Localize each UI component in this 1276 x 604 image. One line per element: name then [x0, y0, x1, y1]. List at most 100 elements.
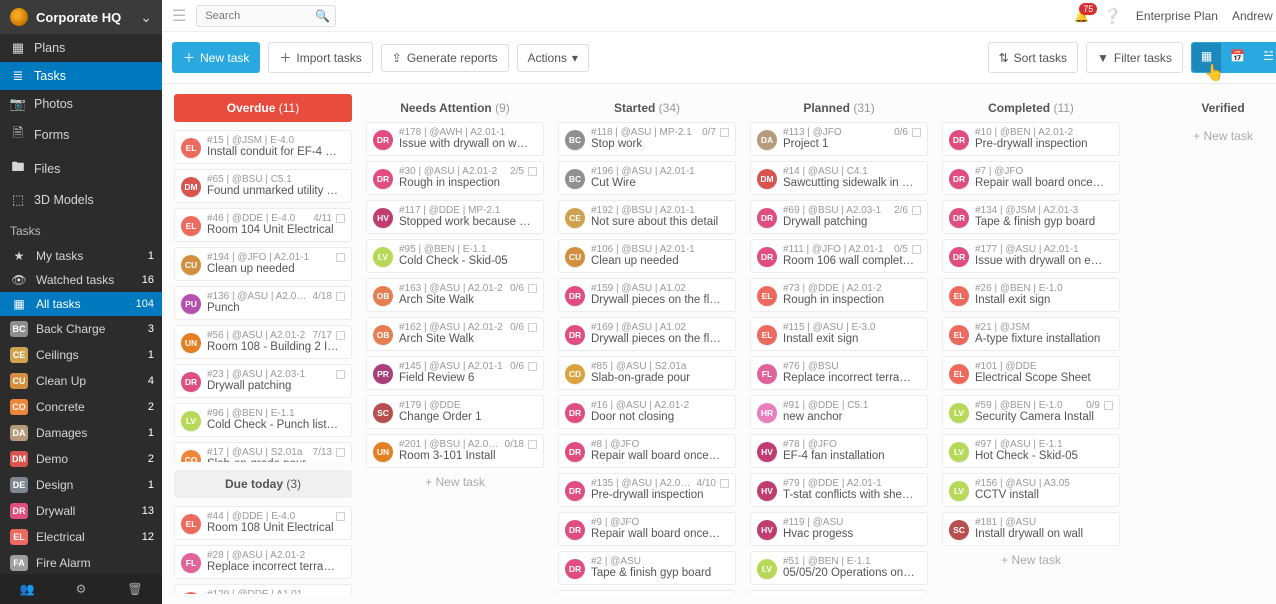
tag-item[interactable]: ★My tasks1	[0, 244, 162, 268]
user-menu[interactable]: Andrew ▾	[1232, 9, 1276, 23]
tag-item[interactable]: 👁Watched tasks16	[0, 268, 162, 292]
view-grid-button[interactable]: ▦	[1192, 43, 1221, 72]
task-card[interactable]: CD#85 | @ASU | S2.01aSlab-on-grade pour	[558, 356, 736, 390]
task-card[interactable]: OB#163 | @ASU | A2.01-20/6Arch Site Walk	[366, 278, 544, 312]
nav-item-plans[interactable]: ▦Plans	[0, 34, 162, 62]
task-card[interactable]: LV#156 | @ASU | A3.05CCTV install	[942, 473, 1120, 507]
task-card[interactable]: DM#14 | @ASU | C4.1Sawcutting sidewalk i…	[750, 161, 928, 195]
task-card[interactable]: OB#162 | @ASU | A2.01-20/6Arch Site Walk	[366, 317, 544, 351]
task-card[interactable]: EL#73 | @DDE | A2.01-2Rough in inspectio…	[750, 278, 928, 312]
task-card[interactable]: HR#91 | @DDE | C5.1new anchor	[750, 395, 928, 429]
settings-button[interactable]: ⚙	[54, 574, 108, 604]
task-card[interactable]: LV#59 | @BEN | E-1.00/9Security Camera I…	[942, 395, 1120, 429]
task-card[interactable]: CE#192 | @BSU | A2.01-1Not sure about th…	[558, 200, 736, 234]
tag-item[interactable]: ELElectrical12	[0, 524, 162, 550]
generate-reports-button[interactable]: ⇪Generate reports	[381, 44, 509, 72]
task-card[interactable]: DR#111 | @JFO | A2.01-10/5Room 106 wall …	[750, 239, 928, 273]
task-card[interactable]: EL#46 | @DDE | E-4.04/11Room 104 Unit El…	[174, 208, 352, 242]
task-card[interactable]: DR#23 | @ASU | A2.03-1Drywall patching	[174, 364, 352, 398]
users-button[interactable]: 👥	[0, 574, 54, 604]
task-card[interactable]: LV#97 | @ASU | E-1.1Hot Check - Skid-05	[942, 434, 1120, 468]
task-card[interactable]: EL#101 | @DDEElectrical Scope Sheet	[942, 356, 1120, 390]
task-card[interactable]: SC#181 | @ASUInstall drywall on wall	[942, 512, 1120, 546]
task-card[interactable]: DR#159 | @ASU | A1.02Drywall pieces on t…	[558, 278, 736, 312]
new-task-link[interactable]: + New task	[1134, 122, 1276, 150]
view-list-button[interactable]: ☱	[1254, 43, 1276, 72]
nav-item-files[interactable]: 🖿Files	[0, 152, 162, 186]
task-card[interactable]: CU#106 | @BSU | A2.01-1Clean up needed	[558, 239, 736, 273]
help-button[interactable]: ❔	[1103, 7, 1122, 25]
nav-item-photos[interactable]: 📷Photos	[0, 90, 162, 118]
tag-item[interactable]: DRDrywall13	[0, 498, 162, 524]
task-card[interactable]: LV#95 | @BEN | E-1.1Cold Check - Skid-05	[366, 239, 544, 273]
tag-item[interactable]: DMDemo2	[0, 446, 162, 472]
task-card[interactable]: EL#44 | @DDE | E-4.0Room 108 Unit Electr…	[174, 506, 352, 540]
task-card[interactable]: DR#69 | @BSU | A2.03-12/6Drywall patchin…	[750, 200, 928, 234]
import-tasks-button[interactable]: ＋Import tasks	[268, 42, 372, 73]
tag-item[interactable]: DEDesign1	[0, 472, 162, 498]
filter-tasks-button[interactable]: ▼Filter tasks	[1086, 42, 1183, 73]
task-card[interactable]: DR#169 | @ASU | A1.02Drywall pieces on t…	[558, 317, 736, 351]
nav-item-forms[interactable]: 🗎Forms	[0, 118, 162, 152]
task-card[interactable]: EL#26 | @BEN | E-1.0Install exit sign	[942, 278, 1120, 312]
task-card[interactable]: HV#117 | @DDE | MP-2.1Stopped work becau…	[366, 200, 544, 234]
task-card[interactable]: DR#19 | @ASU4/17Room 305 sign off	[558, 590, 736, 594]
task-card[interactable]: DR#178 | @AWH | A2.01-1Issue with drywal…	[366, 122, 544, 156]
menu-toggle-icon[interactable]: ☰	[172, 6, 186, 26]
view-calendar-button[interactable]: 📅	[1221, 43, 1254, 72]
actions-dropdown[interactable]: Actions▾	[517, 44, 589, 72]
task-card[interactable]: BC#118 | @ASU | MP-2.10/7Stop work	[558, 122, 736, 156]
new-task-button[interactable]: ＋New task	[172, 42, 260, 73]
tag-item[interactable]: ▦All tasks104	[0, 292, 162, 316]
task-card[interactable]: CU#194 | @JFO | A2.01-1Clean up needed	[174, 247, 352, 281]
task-card[interactable]: DR#177 | @ASU | A2.01-1Issue with drywal…	[942, 239, 1120, 273]
trash-button[interactable]: 🗑	[108, 574, 162, 604]
task-card[interactable]: DR#7 | @JFORepair wall board once t-stat…	[942, 161, 1120, 195]
task-card[interactable]: UN#56 | @ASU | A2.01-27/17Room 108 - Bui…	[174, 325, 352, 359]
tag-item[interactable]: COConcrete2	[0, 394, 162, 420]
search-icon[interactable]: 🔍	[315, 9, 330, 23]
card-meta: #162 | @ASU | A2.01-2	[399, 322, 506, 333]
task-card[interactable]: EL#129 | @DDE | A1.01	[174, 584, 352, 594]
card-meta: #30 | @ASU | A2.01-2	[399, 166, 506, 177]
task-card[interactable]: DR#30 | @ASU | A2.01-22/5Rough in inspec…	[366, 161, 544, 195]
task-card[interactable]: LV#81 | @BEN | E-3.1Card reader installa…	[750, 590, 928, 594]
task-card[interactable]: SC#179 | @DDEChange Order 1	[366, 395, 544, 429]
task-card[interactable]: FL#76 | @BSUReplace incorrect terrazzo	[750, 356, 928, 390]
task-card[interactable]: FL#28 | @ASU | A2.01-2Replace incorrect …	[174, 545, 352, 579]
task-card[interactable]: DR#10 | @BEN | A2.01-2Pre-drywall inspec…	[942, 122, 1120, 156]
task-card[interactable]: BC#196 | @ASU | A2.01-1Cut Wire	[558, 161, 736, 195]
task-card[interactable]: HV#78 | @JFOEF-4 fan installation	[750, 434, 928, 468]
task-card[interactable]: DM#65 | @BSU | C5.1Found unmarked utilit…	[174, 169, 352, 203]
task-card[interactable]: DR#16 | @ASU | A2.01-2Door not closing	[558, 395, 736, 429]
tag-item[interactable]: CECeilings1	[0, 342, 162, 368]
task-card[interactable]: DA#113 | @JFO0/6Project 1	[750, 122, 928, 156]
notifications-button[interactable]: 🔔 75	[1074, 9, 1089, 23]
task-card[interactable]: EL#15 | @JSM | E-4.0Install conduit for …	[174, 130, 352, 164]
sort-tasks-button[interactable]: ⇅Sort tasks	[988, 42, 1078, 73]
task-card[interactable]: LV#51 | @BEN | E-1.105/05/20 Operations …	[750, 551, 928, 585]
task-card[interactable]: LV#96 | @BEN | E-1.1Cold Check - Punch l…	[174, 403, 352, 437]
task-card[interactable]: DR#2 | @ASUTape & finish gyp board	[558, 551, 736, 585]
nav-item-tasks[interactable]: ≣Tasks	[0, 62, 162, 90]
task-card[interactable]: DR#134 | @JSM | A2.01-3Tape & finish gyp…	[942, 200, 1120, 234]
task-card[interactable]: EL#115 | @ASU | E-3.0Install exit sign	[750, 317, 928, 351]
new-task-link[interactable]: + New task	[366, 468, 544, 496]
task-card[interactable]: DR#9 | @JFORepair wall board once t-stat…	[558, 512, 736, 546]
task-card[interactable]: DR#8 | @JFORepair wall board once t-stat…	[558, 434, 736, 468]
workspace-switcher[interactable]: Corporate HQ ⌄	[0, 0, 162, 34]
task-card[interactable]: EL#21 | @JSMA-type fixture installation	[942, 317, 1120, 351]
nav-item-3d-models[interactable]: ⬚3D Models	[0, 186, 162, 214]
task-card[interactable]: DR#135 | @ASU | A2.01-24/10Pre-drywall i…	[558, 473, 736, 507]
task-card[interactable]: CO#17 | @ASU | S2.01a7/13Slab-on-grade p…	[174, 442, 352, 462]
task-card[interactable]: HV#79 | @DDE | A2.01-1T-stat conflicts w…	[750, 473, 928, 507]
task-card[interactable]: HV#119 | @ASUHvac progess	[750, 512, 928, 546]
tag-item[interactable]: FAFire Alarm	[0, 550, 162, 574]
task-card[interactable]: PR#145 | @ASU | A2.01-10/6Field Review 6	[366, 356, 544, 390]
tag-item[interactable]: CUClean Up4	[0, 368, 162, 394]
task-card[interactable]: PU#136 | @ASU | A2.01-24/18Punch	[174, 286, 352, 320]
new-task-link[interactable]: + New task	[942, 546, 1120, 574]
tag-item[interactable]: DADamages1	[0, 420, 162, 446]
tag-item[interactable]: BCBack Charge3	[0, 316, 162, 342]
task-card[interactable]: UN#201 | @BSU | A2.01-30/18Room 3-101 In…	[366, 434, 544, 468]
